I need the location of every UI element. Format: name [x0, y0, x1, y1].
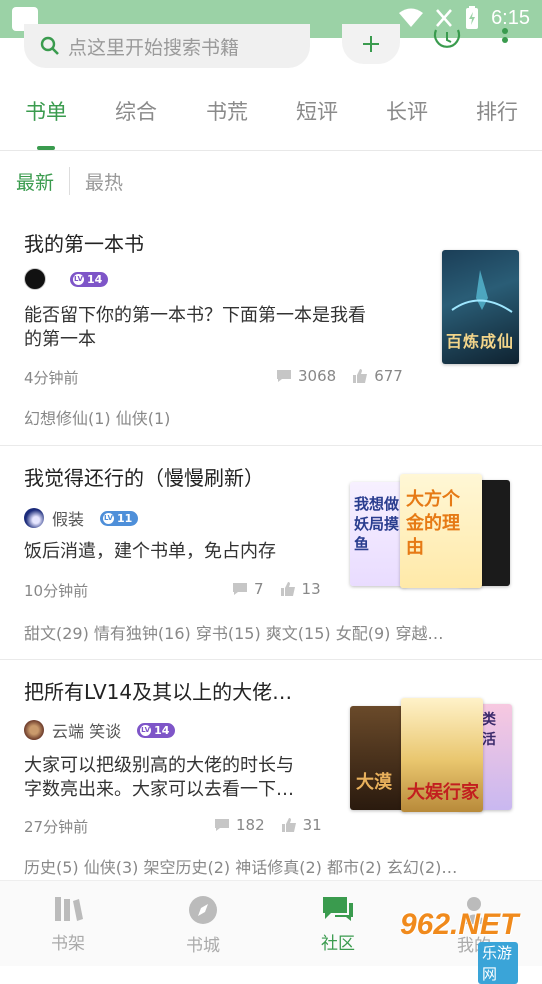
- author-row: LV 14: [24, 268, 109, 290]
- level-badge: LV 14: [70, 271, 109, 287]
- sort-hottest[interactable]: 最热: [85, 168, 123, 195]
- add-button[interactable]: [342, 24, 400, 64]
- search-icon: [40, 36, 59, 55]
- tab-ranking[interactable]: 排行: [476, 96, 518, 126]
- search-bar[interactable]: 点这里开始搜索书籍: [24, 24, 310, 68]
- top-bar: 点这里开始搜索书籍: [0, 24, 542, 78]
- wifi-icon: [399, 8, 424, 27]
- comment-icon: [215, 819, 229, 831]
- tag-list: 幻想修仙(1) 仙侠(1): [24, 409, 171, 428]
- nav-bookshelf[interactable]: 书架: [28, 895, 108, 954]
- comment-count: 182: [236, 816, 265, 834]
- avatar[interactable]: [24, 268, 46, 290]
- like-icon: [281, 818, 296, 832]
- like-icon: [353, 369, 368, 383]
- comment-count: 7: [254, 580, 264, 598]
- battery-icon: [466, 6, 479, 29]
- search-placeholder: 点这里开始搜索书籍: [68, 36, 240, 59]
- cover-title: 大娱行家: [407, 782, 479, 803]
- nav-label: 书城: [186, 936, 220, 956]
- cover-title: 大漠: [356, 772, 392, 793]
- tab-indicator: [37, 146, 55, 150]
- card-title: 我觉得还行的（慢慢刷新）: [24, 466, 264, 490]
- cover-title: 大方个金的理由: [406, 489, 460, 558]
- card-description: 能否留下你的第一本书？下面第一本是我看 的第一本: [24, 305, 366, 350]
- post-time: 10分钟前: [24, 582, 89, 600]
- nav-label: 书架: [51, 934, 85, 954]
- more-icon[interactable]: [500, 28, 510, 54]
- avatar[interactable]: [24, 720, 44, 740]
- tab-long-review[interactable]: 长评: [386, 96, 428, 126]
- author-row: 假装 LV 11: [24, 506, 139, 530]
- bookshelf-icon: [55, 897, 83, 921]
- card-title: 把所有LV14及其以上的大佬…: [24, 680, 293, 704]
- chat-icon: [323, 897, 353, 921]
- clock: 6:15: [491, 6, 530, 29]
- like-icon: [280, 582, 295, 596]
- book-cover[interactable]: 大方个金的理由: [400, 474, 482, 588]
- nav-label: 社区: [321, 934, 355, 954]
- tab-booklist[interactable]: 书单: [25, 96, 67, 126]
- book-cover[interactable]: 大娱行家: [401, 698, 483, 812]
- tag-list: 历史(5) 仙侠(3) 架空历史(2) 神话修真(2) 都市(2) 玄幻(2)…: [24, 858, 458, 877]
- level-badge: LV 14: [137, 722, 176, 738]
- like-count: 677: [374, 367, 403, 385]
- no-sim-icon: [436, 9, 453, 27]
- cover-title: 我想做妖局摸鱼: [354, 495, 400, 553]
- nav-community[interactable]: 社区: [298, 895, 378, 954]
- watermark-logo: 962.NET 乐游网: [400, 908, 519, 984]
- sort-tabs: 最新 最热: [16, 166, 123, 196]
- tab-short-review[interactable]: 短评: [296, 96, 338, 126]
- comment-icon: [233, 583, 247, 595]
- cover-title: 百炼成仙: [446, 332, 515, 351]
- booklist-card[interactable]: 我觉得还行的（慢慢刷新） 假装 LV 11 饭后消遣，建个书单，免占内存 10分钟…: [0, 446, 542, 659]
- card-title: 我的第一本书: [24, 232, 144, 256]
- stats: 182 31: [214, 816, 322, 834]
- like-count: 13: [301, 580, 321, 598]
- book-cover[interactable]: 百炼成仙: [442, 250, 519, 364]
- tab-book-shortage[interactable]: 书荒: [206, 96, 248, 126]
- category-tabs: 书单 综合 书荒 短评 长评 排行: [0, 96, 542, 151]
- sort-latest[interactable]: 最新: [16, 168, 54, 195]
- like-count: 31: [302, 816, 322, 834]
- avatar[interactable]: [24, 508, 44, 528]
- plus-icon: [363, 36, 379, 52]
- booklist-card[interactable]: 我的第一本书 LV 14 能否留下你的第一本书？下面第一本是我看 的第一本 4分钟…: [0, 210, 542, 445]
- card-description: 饭后消遣，建个书单，免占内存: [24, 541, 276, 562]
- nav-bookstore[interactable]: 书城: [163, 895, 243, 956]
- comment-count: 3068: [298, 367, 337, 385]
- card-description: 大家可以把级别高的大佬的时长与 字数亮出来。大家可以去看一下…: [24, 755, 294, 800]
- book-cover[interactable]: 大漠: [350, 706, 408, 810]
- checkin-icon[interactable]: [432, 26, 462, 52]
- author-row: 云端 笑谈 LV 14: [24, 718, 176, 742]
- divider: [69, 167, 71, 195]
- author-name[interactable]: 假装: [52, 506, 84, 530]
- tag-list: 甜文(29) 情有独钟(16) 穿书(15) 爽文(15) 女配(9) 穿越…: [24, 624, 444, 643]
- post-time: 4分钟前: [24, 369, 79, 387]
- comment-icon: [277, 370, 291, 382]
- stats: 3068 677: [276, 367, 403, 385]
- post-time: 27分钟前: [24, 818, 89, 836]
- booklist-card[interactable]: 把所有LV14及其以上的大佬… 云端 笑谈 LV 14 大家可以把级别高的大佬的时…: [0, 660, 542, 878]
- author-name[interactable]: 云端 笑谈: [52, 718, 121, 742]
- level-badge: LV 11: [100, 510, 139, 526]
- tab-overall[interactable]: 综合: [115, 96, 157, 126]
- compass-icon: [189, 896, 217, 924]
- stats: 7 13: [232, 580, 321, 598]
